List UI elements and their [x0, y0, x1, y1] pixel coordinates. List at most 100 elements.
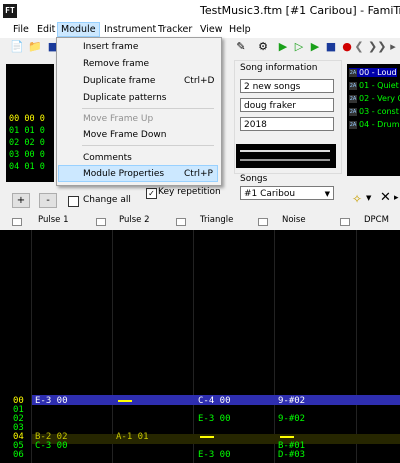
channel-divider	[112, 230, 113, 463]
note-cut-marker	[200, 436, 214, 438]
menu-module[interactable]: Module	[57, 22, 100, 37]
channel-noise[interactable]: Noise	[282, 215, 306, 225]
song-copyright-field[interactable]: 2018	[240, 117, 334, 131]
frame-row[interactable]: 03 00 0	[9, 150, 45, 160]
instrument-icon: 2A	[349, 81, 357, 90]
instrument-icon: 2A	[349, 68, 357, 77]
note-cell[interactable]: E-3 00	[198, 450, 231, 460]
menu-view[interactable]: View	[197, 23, 226, 36]
edit-icon[interactable]: ✎	[234, 40, 248, 54]
remove-frame-button[interactable]: -	[39, 193, 57, 208]
instrument-icon: 2A	[349, 107, 357, 116]
note-cell[interactable]: 9-#02	[278, 414, 305, 424]
frame-row[interactable]: 01 01 0	[9, 126, 45, 136]
instrument-list[interactable]: 2A00 - Loud 2A01 - Quiet 2A02 - Very Q 2…	[347, 64, 400, 176]
new-instrument-icon[interactable]: ✧	[352, 192, 362, 206]
menu-tracker[interactable]: Tracker	[155, 23, 195, 36]
channel-toggle[interactable]	[340, 218, 350, 226]
menu-move-frame-up: Move Frame Up	[83, 114, 154, 124]
menu-instrument[interactable]: Instrument	[101, 23, 159, 36]
frame-row[interactable]: 00 00 0	[9, 114, 45, 124]
open-folder-icon[interactable]: 📁	[28, 40, 42, 54]
menu-edit[interactable]: Edit	[34, 23, 58, 36]
note-cell[interactable]: 9-#02	[278, 396, 305, 406]
note-cut-marker	[280, 436, 294, 438]
pattern-editor[interactable]	[0, 230, 400, 463]
play-icon[interactable]: ▶	[276, 40, 290, 54]
song-title-field[interactable]: 2 new songs	[240, 79, 334, 93]
more-icon[interactable]: ▸	[386, 40, 400, 54]
frame-row[interactable]: 04 01 0	[9, 162, 45, 172]
channel-triangle[interactable]: Triangle	[200, 215, 233, 225]
new-file-icon[interactable]: 📄	[10, 40, 24, 54]
menu-insert-frame[interactable]: Insert frame	[83, 42, 138, 52]
song-select-value: #1 Caribou	[244, 189, 296, 199]
channel-divider	[274, 230, 275, 463]
note-cell[interactable]: A-1 01	[116, 432, 149, 442]
channel-toggle[interactable]	[96, 218, 106, 226]
instrument-icon: 2A	[349, 120, 357, 129]
shortcut-module-properties: Ctrl+P	[184, 169, 213, 179]
instrument-item[interactable]: 2A 00 - Loud	[349, 68, 397, 77]
instrument-icon: 2A	[349, 94, 357, 103]
note-cell[interactable]: E-3 00	[198, 414, 231, 424]
note-cell[interactable]: D-#03	[278, 450, 305, 460]
channel-dpcm[interactable]: DPCM	[364, 215, 389, 225]
menu-duplicate-frame[interactable]: Duplicate frame	[83, 76, 155, 86]
frame-list[interactable]: 00 00 0 01 01 0 02 02 0 03 00 0 04 01 0	[6, 64, 54, 182]
key-repetition-label: Key repetition	[158, 187, 221, 197]
meter-bar	[240, 159, 330, 161]
channel-toggle[interactable]	[258, 218, 268, 226]
settings-icon[interactable]: ⚙	[256, 40, 270, 54]
instrument-item[interactable]: 2A 03 - const	[349, 107, 399, 116]
next-track-icon[interactable]: ❯❯	[368, 40, 386, 54]
channel-toggle[interactable]	[176, 218, 186, 226]
chevron-down-icon[interactable]: ▼	[366, 194, 371, 202]
song-select[interactable]: #1 Caribou ▼	[240, 186, 334, 200]
meter-bar	[240, 150, 330, 152]
add-frame-button[interactable]: +	[12, 193, 30, 208]
change-all-label: Change all	[83, 195, 131, 205]
instrument-item[interactable]: 2A02 - Very Q	[349, 94, 400, 103]
key-repetition-checkbox[interactable]: ✓	[146, 188, 157, 199]
note-cell[interactable]: E-3 00	[35, 396, 68, 406]
song-author-field[interactable]: doug fraker	[240, 98, 334, 112]
play-row-icon[interactable]: ▶	[308, 40, 322, 54]
highlight-row	[32, 434, 400, 444]
channel-toggle[interactable]	[12, 218, 22, 226]
title-bar: FT TestMusic3.ftm [#1 Caribou] - FamiTr	[0, 0, 400, 22]
channel-header: Pulse 1 Pulse 2 Triangle Noise DPCM	[0, 212, 400, 231]
menu-duplicate-patterns[interactable]: Duplicate patterns	[83, 93, 167, 103]
chevron-down-icon: ▼	[324, 190, 330, 198]
frame-row[interactable]: 02 02 0	[9, 138, 45, 148]
channel-divider	[193, 230, 194, 463]
channel-pulse1[interactable]: Pulse 1	[38, 215, 69, 225]
menu-help[interactable]: Help	[226, 23, 254, 36]
play-loop-icon[interactable]: ▷	[292, 40, 306, 54]
menu-bar: File Edit Module Instrument Tracker View…	[0, 22, 400, 38]
song-info-label: Song information	[240, 63, 318, 73]
note-cell[interactable]: C-4 00	[198, 396, 231, 406]
remove-instrument-icon[interactable]: ✕	[380, 190, 391, 205]
songs-label: Songs	[240, 174, 268, 184]
menu-separator	[82, 108, 214, 109]
menu-remove-frame[interactable]: Remove frame	[83, 59, 149, 69]
change-all-checkbox[interactable]	[68, 196, 79, 207]
instrument-more-icon[interactable]: ▸	[394, 193, 399, 203]
instrument-item[interactable]: 2A 01 - Quiet	[349, 81, 399, 90]
channel-divider	[356, 230, 357, 463]
previous-track-icon[interactable]: ❮	[352, 40, 366, 54]
channel-pulse2[interactable]: Pulse 2	[119, 215, 150, 225]
instrument-item[interactable]: 2A 04 - Drum	[349, 120, 399, 129]
menu-file[interactable]: File	[10, 23, 32, 36]
menu-comments[interactable]: Comments	[83, 153, 132, 163]
window-title: TestMusic3.ftm [#1 Caribou] - FamiTr	[200, 4, 400, 17]
stop-icon[interactable]: ■	[324, 40, 338, 54]
menu-move-frame-down[interactable]: Move Frame Down	[83, 130, 166, 140]
note-cell[interactable]: C-3 00	[35, 441, 68, 451]
channel-divider	[31, 230, 32, 463]
app-icon: FT	[3, 4, 17, 18]
menu-module-properties[interactable]: Module Properties	[83, 169, 164, 179]
row-number: 06	[13, 450, 24, 460]
shortcut-duplicate-frame: Ctrl+D	[184, 76, 215, 86]
